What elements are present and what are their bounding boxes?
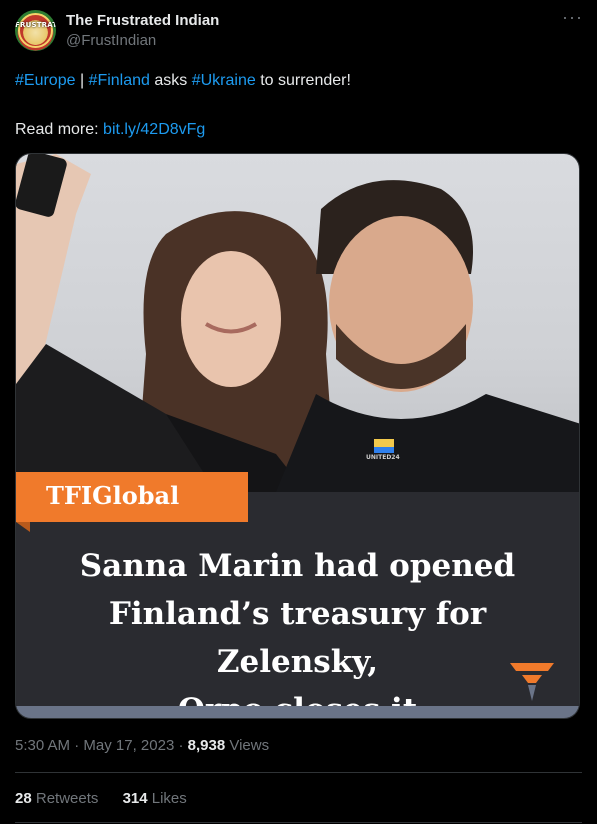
likes-stat[interactable]: 314 Likes (123, 790, 187, 807)
read-more-line: Read more: bit.ly/42D8vFg (15, 120, 205, 140)
brand-tag-fold (16, 522, 30, 532)
likes-label: Likes (147, 790, 187, 807)
tweet-meta: 5:30 AM · May 17, 2023 · 8,938 Views (15, 737, 269, 754)
tweet-date[interactable]: May 17, 2023 (83, 737, 174, 754)
meta-dot-1: · (70, 737, 84, 754)
tweet-time[interactable]: 5:30 AM (15, 737, 70, 754)
media-bottom-bar (16, 706, 579, 718)
media-card[interactable]: UNITED24 TFIGlobal Sanna Marin had opene… (15, 153, 580, 719)
tweet-text: #Europe | #Finland asks #Ukraine to surr… (15, 71, 351, 91)
headline-line-2: Finland’s treasury for Zelensky, (108, 596, 487, 680)
hashtag-finland[interactable]: #Finland (89, 72, 150, 89)
separator-text: | (75, 72, 89, 89)
views-count: 8,938 (187, 737, 226, 754)
views-label: Views (225, 737, 270, 754)
news-photo: UNITED24 (16, 154, 579, 492)
divider (15, 772, 582, 773)
divider (15, 822, 582, 823)
read-more-link[interactable]: bit.ly/42D8vFg (103, 121, 205, 138)
engagement-stats: 28 Retweets 314 Likes (15, 790, 207, 807)
avatar-text: FRUSTRATED (15, 21, 56, 29)
more-horizontal-icon[interactable]: ··· (562, 8, 582, 32)
author-display-name[interactable]: The Frustrated Indian (66, 12, 219, 29)
brand-name: TFIGlobal (46, 481, 180, 510)
likes-count: 314 (122, 790, 148, 807)
shirt-text: UNITED24 (366, 454, 400, 461)
author-handle[interactable]: @FrustIndian (66, 32, 156, 49)
hashtag-europe[interactable]: #Europe (15, 72, 76, 89)
retweets-stat[interactable]: 28 Retweets (15, 790, 98, 807)
avatar-ring (18, 13, 53, 48)
tweet-text-mid: asks (149, 72, 192, 89)
retweets-label: Retweets (31, 790, 99, 807)
tfi-logo-icon (510, 663, 554, 701)
media-headline: Sanna Marin had opened Finland’s treasur… (26, 542, 569, 718)
headline-line-1: Sanna Marin had opened (79, 548, 516, 584)
tweet-text-end: to surrender! (255, 72, 351, 89)
meta-dot-2: · (174, 737, 188, 754)
avatar[interactable]: FRUSTRATED (15, 10, 56, 51)
read-more-label: Read more: (15, 121, 104, 138)
hashtag-ukraine[interactable]: #Ukraine (192, 72, 256, 89)
retweets-count: 28 (15, 790, 32, 807)
